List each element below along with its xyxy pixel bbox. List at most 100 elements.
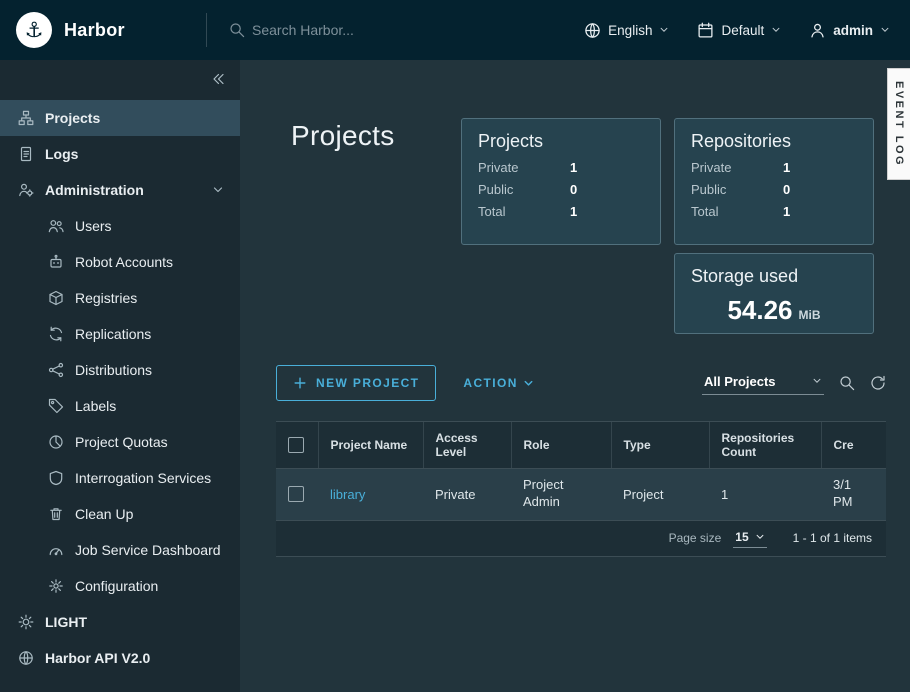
- sidebar-item-robot-accounts[interactable]: Robot Accounts: [0, 244, 240, 280]
- column-role: Role: [511, 422, 611, 468]
- page-size-select[interactable]: 15: [733, 529, 766, 548]
- dashboard-icon: [48, 542, 64, 558]
- page-size-value: 15: [735, 530, 748, 544]
- column-access-level: Access Level: [423, 422, 511, 468]
- sidebar-item-label: Users: [75, 218, 112, 234]
- cell-repositories-count: 1: [709, 468, 821, 520]
- card-title: Repositories: [691, 131, 857, 152]
- sidebar-item-clean-up[interactable]: Clean Up: [0, 496, 240, 532]
- language-label: English: [608, 23, 652, 38]
- calendar-icon: [697, 22, 714, 39]
- sidebar-item-administration[interactable]: Administration: [0, 172, 240, 208]
- new-project-button[interactable]: NEW PROJECT: [276, 365, 436, 401]
- new-project-label: NEW PROJECT: [316, 376, 419, 390]
- sidebar-item-job-service-dashboard[interactable]: Job Service Dashboard: [0, 532, 240, 568]
- refresh-icon[interactable]: [870, 375, 886, 391]
- stat-label: Public: [691, 182, 783, 197]
- sidebar-item-configuration[interactable]: Configuration: [0, 568, 240, 604]
- shield-icon: [48, 470, 64, 486]
- cell-project-name: library: [318, 468, 423, 520]
- sidebar-collapse-row: [0, 60, 240, 98]
- column-repositories-count: Repositories Count: [709, 422, 821, 468]
- chevron-down-icon: [659, 25, 669, 35]
- sidebar-item-replications[interactable]: Replications: [0, 316, 240, 352]
- brand-name: Harbor: [64, 20, 125, 41]
- harbor-logo-icon: ⚓: [16, 12, 52, 48]
- sun-icon: [18, 614, 34, 630]
- sidebar-item-interrogation-services[interactable]: Interrogation Services: [0, 460, 240, 496]
- page-size-label: Page size: [669, 531, 722, 545]
- theme-menu[interactable]: Default: [697, 22, 781, 39]
- table-row: library Private Project Admin Project 1 …: [276, 468, 886, 520]
- sidebar: Projects Logs Administration: [0, 60, 240, 692]
- main-content: Projects Projects Private 1 Public 0: [240, 60, 910, 692]
- action-dropdown-button[interactable]: ACTION: [463, 376, 533, 390]
- sidebar-item-label: Project Quotas: [75, 434, 168, 450]
- project-link[interactable]: library: [330, 487, 365, 502]
- sidebar-item-label: Configuration: [75, 578, 158, 594]
- app-header: ⚓ Harbor English: [0, 0, 910, 60]
- sidebar-item-label: Job Service Dashboard: [75, 542, 221, 558]
- share-icon: [48, 362, 64, 378]
- document-icon: [18, 146, 34, 162]
- sidebar-item-distributions[interactable]: Distributions: [0, 352, 240, 388]
- sidebar-item-harbor-api[interactable]: Harbor API V2.0: [0, 640, 240, 676]
- row-checkbox[interactable]: [288, 486, 304, 502]
- column-type: Type: [611, 422, 709, 468]
- card-title: Storage used: [691, 266, 857, 287]
- sidebar-item-users[interactable]: Users: [0, 208, 240, 244]
- cell-access-level: Private: [423, 468, 511, 520]
- creation-time-line2: PM: [833, 494, 886, 511]
- chevron-down-icon: [880, 25, 890, 35]
- projects-toolbar: NEW PROJECT ACTION All Projects: [276, 365, 886, 401]
- stat-value: 1: [783, 204, 790, 219]
- sidebar-item-label: Administration: [45, 182, 144, 198]
- storage-value: 54.26 MiB: [691, 295, 857, 326]
- stat-label: Total: [691, 204, 783, 219]
- sidebar-item-labels[interactable]: Labels: [0, 388, 240, 424]
- sidebar-item-registries[interactable]: Registries: [0, 280, 240, 316]
- card-row: Private 1: [691, 160, 857, 175]
- select-all-checkbox[interactable]: [288, 437, 304, 453]
- stat-label: Private: [478, 160, 570, 175]
- global-search: [207, 22, 584, 38]
- sidebar-item-label: Distributions: [75, 362, 152, 378]
- repositories-summary-card: Repositories Private 1 Public 0 Total: [674, 118, 874, 245]
- sidebar-item-projects[interactable]: Projects: [0, 100, 240, 136]
- filter-search-icon[interactable]: [839, 375, 855, 391]
- page-title: Projects: [291, 120, 395, 152]
- sidebar-item-theme-toggle[interactable]: LIGHT: [0, 604, 240, 640]
- event-log-tab[interactable]: EVENT LOG: [887, 68, 910, 180]
- sidebar-item-label: Labels: [75, 398, 116, 414]
- chevron-down-icon: [755, 532, 765, 542]
- sync-icon: [48, 326, 64, 342]
- table-header-row: Project Name Access Level Role Type Repo…: [276, 422, 886, 468]
- stat-value: 1: [570, 204, 577, 219]
- header-actions: English Default admin: [584, 22, 910, 39]
- sidebar-collapse-icon[interactable]: [210, 71, 226, 87]
- card-row: Total 1: [478, 204, 644, 219]
- chevron-down-icon: [523, 378, 534, 389]
- theme-label: Default: [721, 23, 764, 38]
- sidebar-item-logs[interactable]: Logs: [0, 136, 240, 172]
- stat-value: 1: [570, 160, 577, 175]
- sidebar-item-label: Replications: [75, 326, 151, 342]
- language-menu[interactable]: English: [584, 22, 669, 39]
- card-row: Public 0: [478, 182, 644, 197]
- user-menu[interactable]: admin: [809, 22, 890, 39]
- stat-value: 0: [570, 182, 577, 197]
- sidebar-nav: Projects Logs Administration: [0, 98, 240, 692]
- row-checkbox-cell: [276, 468, 318, 520]
- sidebar-item-label: Projects: [45, 110, 100, 126]
- sidebar-item-project-quotas[interactable]: Project Quotas: [0, 424, 240, 460]
- brand-home-link[interactable]: ⚓ Harbor: [0, 0, 206, 60]
- card-title: Projects: [478, 131, 644, 152]
- user-icon: [809, 22, 826, 39]
- project-filter-select[interactable]: All Projects: [702, 372, 824, 395]
- cell-creation-time: 3/1 PM: [821, 468, 886, 520]
- card-row: Private 1: [478, 160, 644, 175]
- cell-role: Project Admin: [511, 468, 611, 520]
- search-input[interactable]: [252, 22, 532, 38]
- stat-value: 0: [783, 182, 790, 197]
- stat-label: Private: [691, 160, 783, 175]
